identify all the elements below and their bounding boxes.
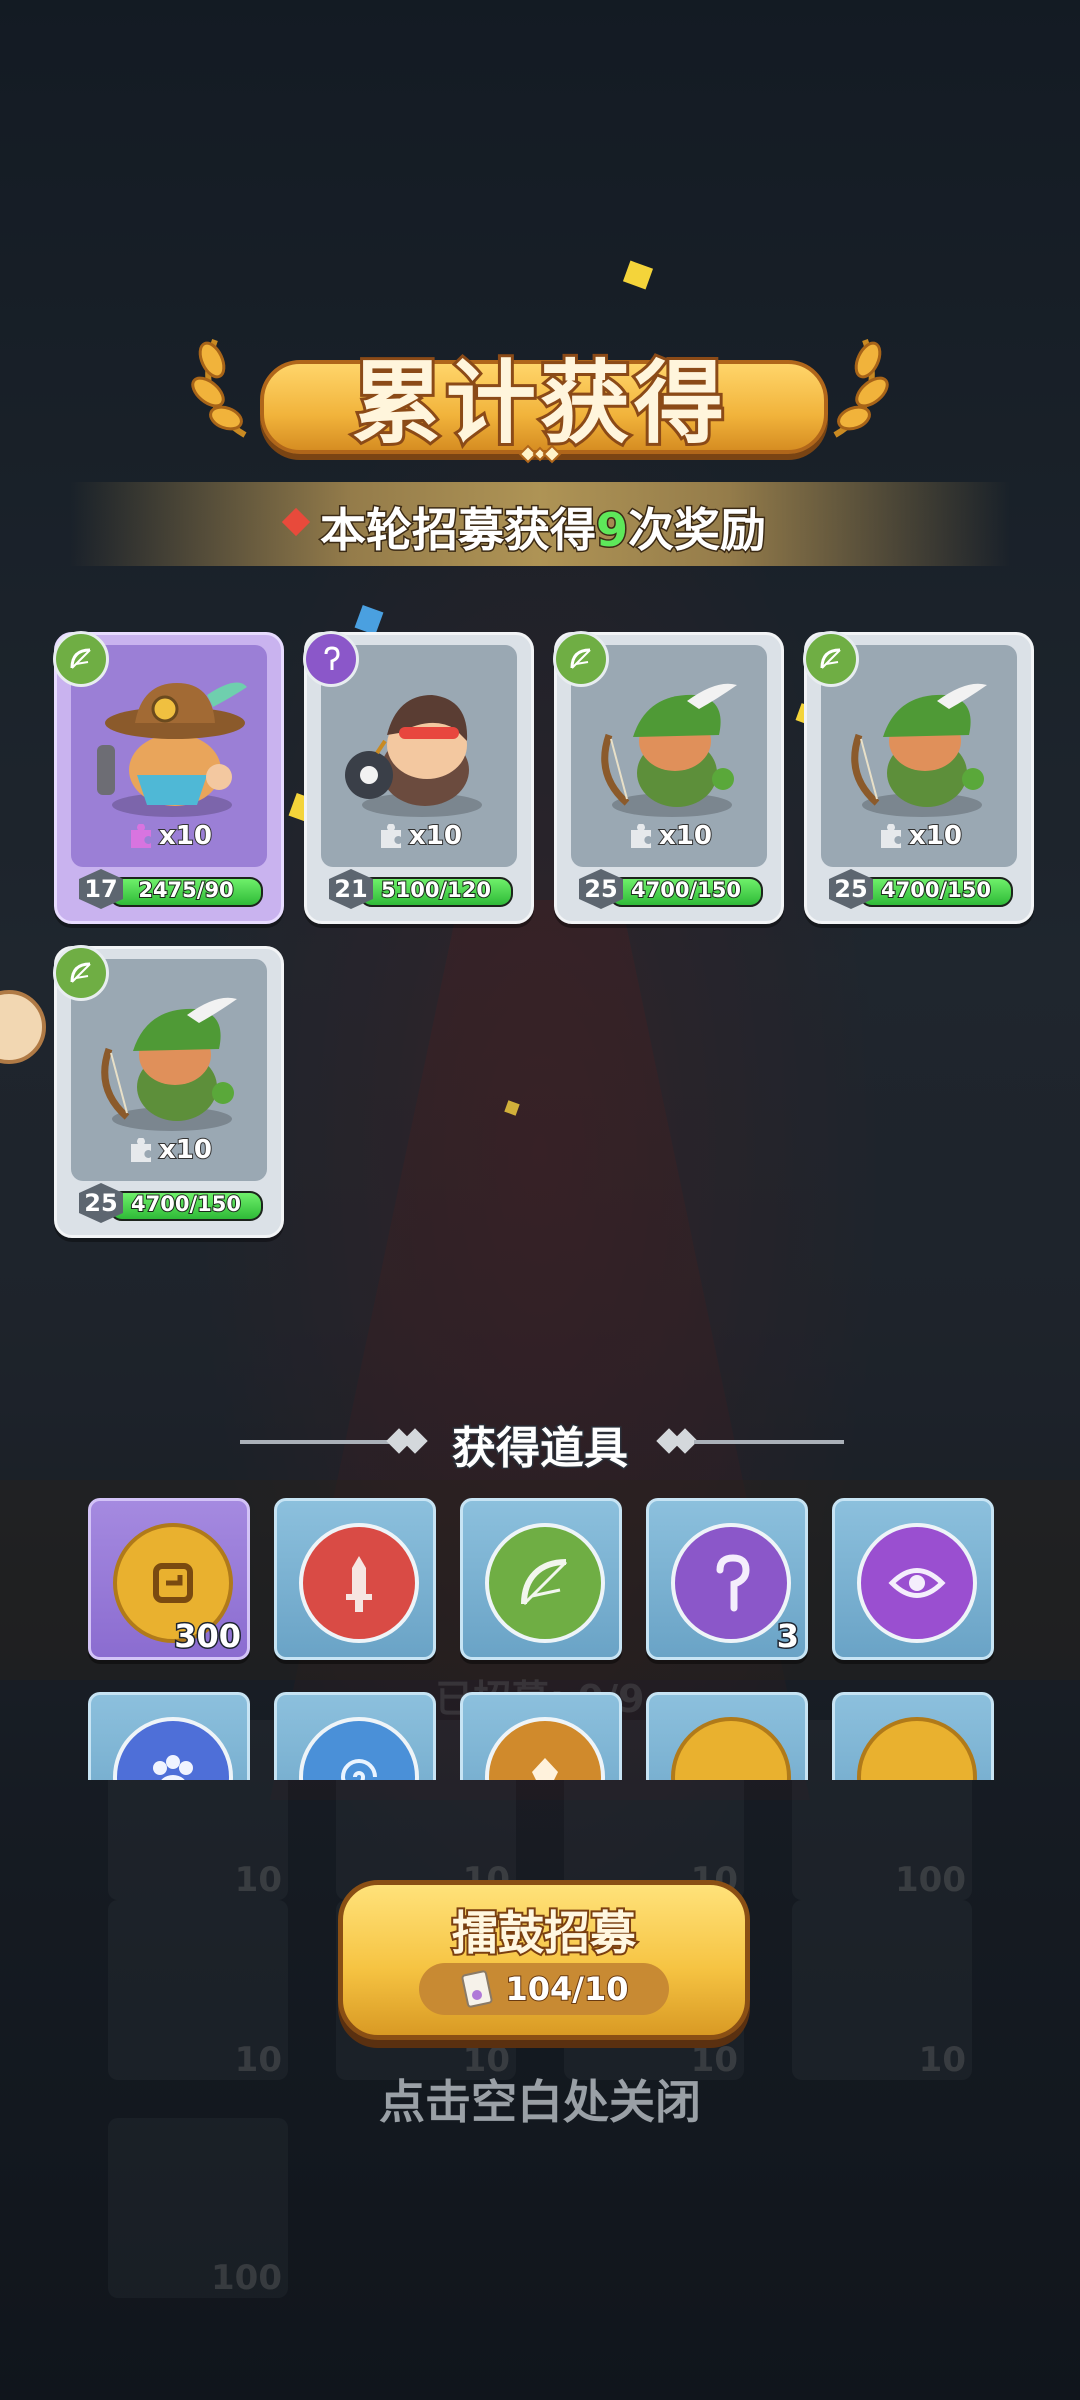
item-slot[interactable]: 300 (88, 1498, 250, 1660)
fragment-count-label: x10 (908, 820, 963, 852)
item-slot[interactable] (832, 1692, 994, 1780)
fragment-count: x10 (127, 1134, 213, 1166)
items-grid[interactable]: 300 3 (80, 1490, 1000, 1780)
puzzle-fragment-icon (631, 823, 651, 848)
recruit-cost-text: 104/10 (504, 1969, 629, 2009)
archer-hero-portrait (101, 997, 237, 1131)
reward-count-ribbon: 本轮招募获得9次奖励 (70, 482, 1010, 566)
progress-bar: 4700/150 (609, 877, 763, 907)
puzzle-fragment-icon (881, 823, 901, 848)
item-slot[interactable] (832, 1498, 994, 1660)
bow-orb-icon (485, 1523, 605, 1643)
item-slot[interactable] (460, 1498, 622, 1660)
ribbon-suffix: 次奖励 (627, 502, 768, 559)
fragment-count-label: x10 (158, 1134, 213, 1166)
hero-card[interactable]: x10 5100/120 21 (303, 631, 534, 924)
hero-level-bar: 4700/150 25 (829, 869, 1019, 909)
hero-card[interactable]: x10 2475/90 17 (53, 631, 284, 924)
gold-coin-icon (857, 1717, 977, 1780)
progress-bar: 2475/90 (109, 877, 263, 907)
reward-count: 9 (594, 502, 629, 559)
recruit-button-label: 擂鼓招募 (450, 1904, 638, 1962)
drum-recruit-button[interactable]: 擂鼓招募 104/10 (338, 1880, 750, 2040)
hero-level-bar: 5100/120 21 (329, 869, 519, 909)
swirl-orb-icon (299, 1717, 419, 1780)
progress-bar: 4700/150 (109, 1191, 263, 1221)
puzzle-fragment-icon (131, 823, 151, 848)
hero-level-bar: 2475/90 17 (79, 869, 269, 909)
progress-text: 4700/150 (630, 878, 742, 903)
eye-orb-icon (857, 1523, 977, 1643)
bomber-hero-portrait (345, 695, 482, 817)
title-banner: 累计获得 (191, 320, 889, 470)
archer-hero-portrait (851, 683, 987, 817)
item-slot[interactable] (274, 1498, 436, 1660)
fragment-count: x10 (377, 820, 463, 852)
archer-hero-portrait (601, 683, 737, 817)
progress-bar: 4700/150 (859, 877, 1013, 907)
page-title: 累计获得 (349, 347, 728, 459)
hero-level-bar: 4700/150 25 (79, 1183, 269, 1223)
gold-coin-icon (671, 1717, 791, 1780)
item-slot[interactable]: 3 (646, 1498, 808, 1660)
hero-card[interactable]: x10 4700/150 25 (803, 631, 1034, 924)
recruit-scroll-icon (461, 1970, 493, 2008)
laurel-right-icon (833, 338, 889, 438)
sword-orb-icon (299, 1523, 419, 1643)
hero-card[interactable]: x10 4700/150 25 (553, 631, 784, 924)
recruit-cost: 104/10 (419, 1963, 669, 2015)
fragment-count-label: x10 (158, 820, 213, 852)
ribbon-diamond-icon (281, 507, 311, 537)
puzzle-fragment-icon (381, 823, 401, 848)
crest-orb-icon (485, 1717, 605, 1780)
progress-bar: 5100/120 (359, 877, 513, 907)
item-slot[interactable] (274, 1692, 436, 1780)
item-slot[interactable] (646, 1692, 808, 1780)
reward-count-text: 本轮招募获得9次奖励 (319, 494, 768, 560)
progress-text: 2475/90 (137, 878, 234, 903)
fragment-count: x10 (127, 820, 213, 852)
divider-right (694, 1440, 844, 1444)
fragment-count-label: x10 (658, 820, 713, 852)
progress-text: 4700/150 (880, 878, 992, 903)
diamond-ornament-icon (518, 444, 562, 464)
ribbon-prefix: 本轮招募获得 (319, 502, 598, 559)
item-count: 300 (173, 1616, 243, 1657)
progress-text: 4700/150 (130, 1192, 242, 1217)
progress-text: 5100/120 (380, 878, 492, 903)
hero-card[interactable]: x10 4700/150 25 (53, 945, 284, 1238)
item-slot[interactable] (460, 1692, 622, 1780)
hero-level-bar: 4700/150 25 (579, 869, 769, 909)
fragment-count-label: x10 (408, 820, 463, 852)
items-section-title: 获得道具 (451, 1422, 630, 1476)
paw-orb-icon (113, 1717, 233, 1780)
item-count: 3 (775, 1616, 800, 1657)
item-slot[interactable] (88, 1692, 250, 1780)
tap-to-close-hint[interactable]: 点击空白处关闭 (0, 2066, 1080, 2132)
cowboy-hero-portrait (97, 682, 247, 817)
fragment-count: x10 (627, 820, 713, 852)
mage-orb-icon (671, 1523, 791, 1643)
puzzle-fragment-icon (131, 1137, 151, 1162)
fragment-count: x10 (877, 820, 963, 852)
